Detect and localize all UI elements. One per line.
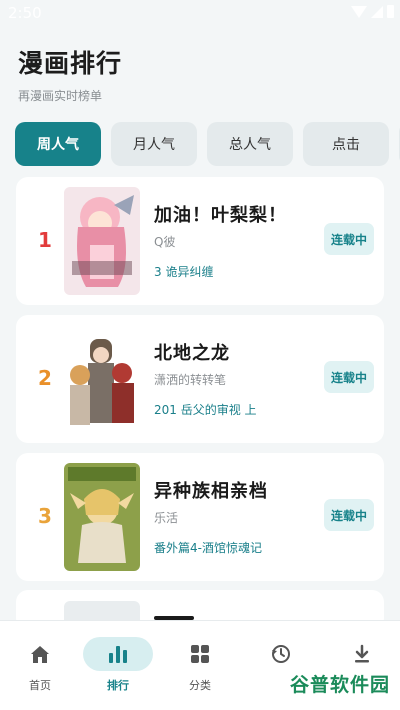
nav-icon-container [165, 637, 235, 671]
nav-icon-container [327, 637, 397, 671]
battery-icon [387, 5, 394, 18]
tab-total-popularity[interactable]: 总人气 [207, 122, 293, 166]
status-badge: 连载中 [324, 361, 374, 393]
nav-item-home[interactable]: 首页 [0, 621, 80, 710]
status-badge: 连载中 [324, 223, 374, 255]
comic-cover-art [64, 325, 140, 433]
rank-number: 3 [38, 504, 52, 528]
nav-icon-container [246, 637, 316, 671]
latest-chapter[interactable]: 201 岳父的审视 上 [154, 401, 257, 418]
status-time: 2:50 [8, 4, 42, 22]
ranking-card[interactable]: 3 异种族相亲档 乐活 番外篇4-酒馆惊魂记 连载中 [16, 453, 384, 581]
bar-chart-icon [109, 646, 127, 663]
history-icon [272, 645, 290, 663]
tab-weekly-popularity[interactable]: 周人气 [15, 122, 101, 166]
download-icon [355, 644, 369, 663]
tab-monthly-popularity[interactable]: 月人气 [111, 122, 197, 166]
watermark-logo: 谷普软件园 [289, 674, 390, 696]
latest-chapter[interactable]: 3 诡异纠缠 [154, 263, 213, 280]
grid-icon [191, 645, 209, 663]
signal-icon [371, 5, 383, 18]
comic-author: Q彼 [154, 235, 176, 249]
comic-cover-art [64, 463, 140, 571]
comic-title[interactable]: 异种族相亲档 [154, 477, 268, 503]
nav-label-home: 首页 [29, 679, 51, 692]
comic-cover-image[interactable] [64, 325, 140, 433]
tab-clicks[interactable]: 点击 [303, 122, 389, 166]
wifi-icon [351, 5, 367, 18]
comic-title[interactable]: 北地之龙 [154, 339, 230, 365]
ranking-card[interactable]: 1 加油！叶梨梨！ Q彼 3 诡异纠缠 连载中 [16, 177, 384, 305]
comic-title[interactable]: 加油！叶梨梨！ [154, 201, 287, 227]
rank-number: 2 [38, 366, 52, 390]
page-title: 漫画排行 [18, 49, 123, 78]
rank-number: 1 [38, 228, 52, 252]
ranking-card[interactable]: 2 北地之龙 潇洒的转转笔 201 岳父的审视 上 连载中 [16, 315, 384, 443]
nav-label-ranking: 排行 [107, 679, 129, 692]
comic-cover-art [64, 187, 140, 295]
nav-item-category[interactable]: 分类 [160, 621, 240, 710]
latest-chapter[interactable]: 番外篇4-酒馆惊魂记 [154, 539, 262, 556]
comic-cover-image[interactable] [64, 187, 140, 295]
home-icon [31, 646, 49, 663]
comic-author: 潇洒的转转笔 [154, 373, 227, 387]
nav-icon-container [83, 637, 153, 671]
ranking-tabs: 周人气 月人气 总人气 点击 [15, 122, 400, 166]
nav-item-ranking[interactable]: 排行 [78, 621, 158, 710]
comic-author: 乐活 [154, 511, 179, 525]
nav-icon-container [5, 637, 75, 671]
status-bar: 2:50 [0, 0, 400, 28]
status-icons [351, 5, 394, 18]
page-subtitle: 再漫画实时榜单 [18, 89, 103, 103]
status-badge: 连载中 [324, 499, 374, 531]
nav-label-category: 分类 [189, 679, 211, 692]
comic-cover-image[interactable] [64, 463, 140, 571]
